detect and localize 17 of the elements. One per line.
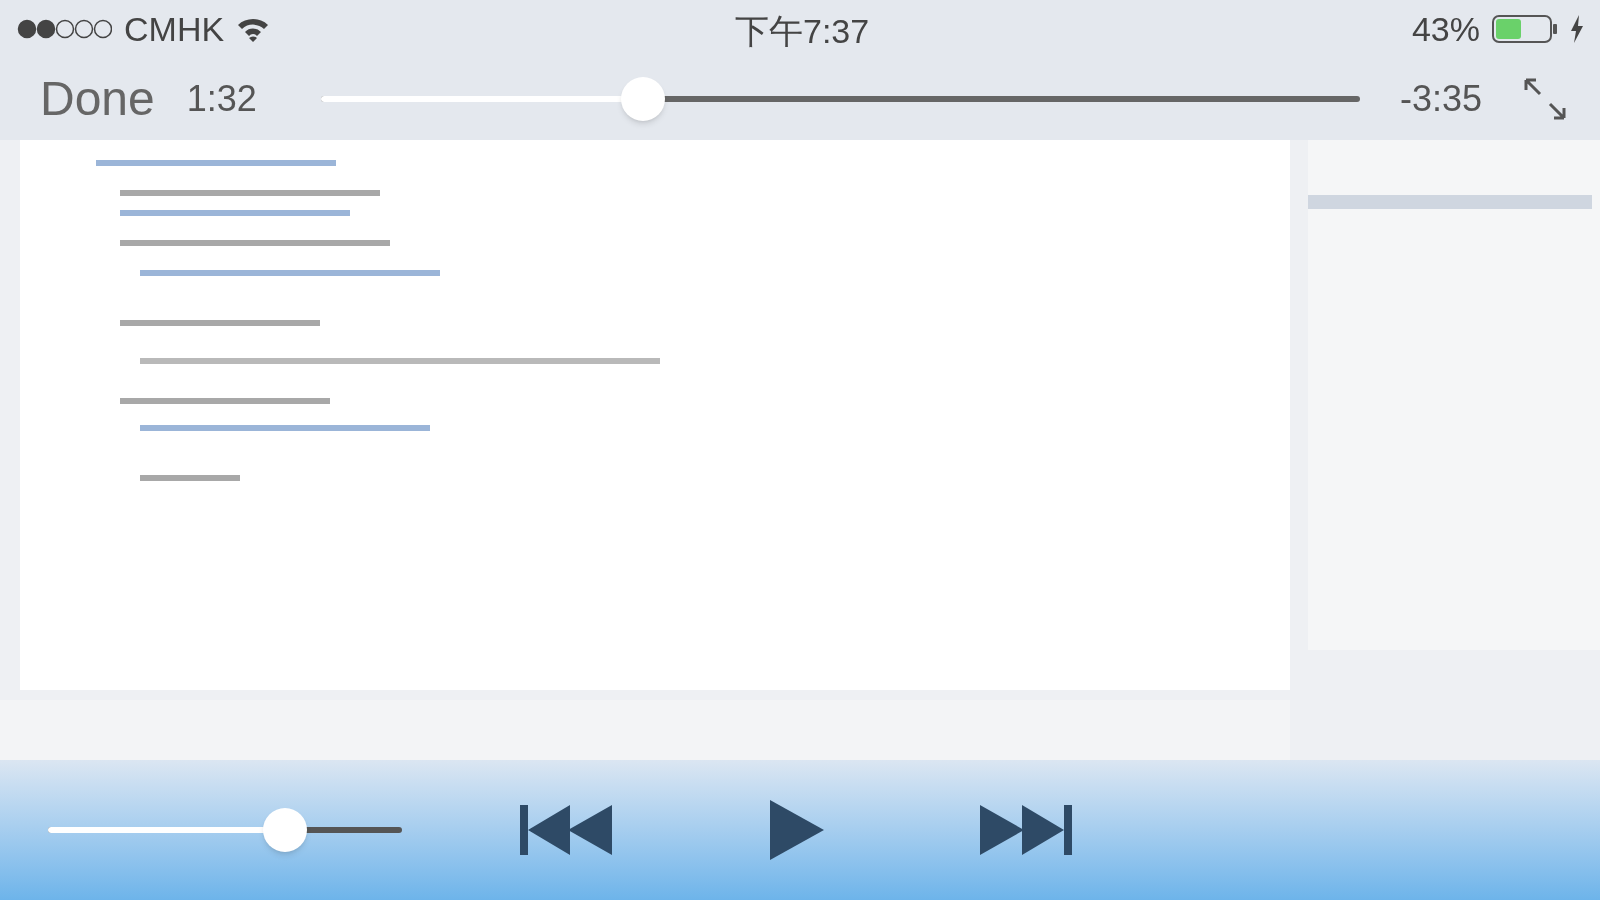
play-button[interactable] [770, 800, 824, 860]
progress-track[interactable] [320, 96, 1360, 102]
next-button[interactable] [980, 805, 1074, 855]
expand-button[interactable] [1522, 76, 1568, 122]
battery-percent: 43% [1411, 8, 1480, 50]
volume-thumb[interactable] [263, 808, 308, 852]
elapsed-time: 1:32 [186, 77, 257, 121]
signal-icon [16, 18, 112, 40]
battery-icon [1492, 15, 1558, 43]
clock: 下午7:37 [735, 11, 870, 52]
carrier-name: CMHK [124, 8, 225, 50]
progress-thumb[interactable] [620, 77, 665, 121]
remaining-time: -3:35 [1399, 77, 1482, 121]
charging-icon [1570, 15, 1584, 43]
done-button[interactable]: Done [40, 63, 155, 135]
wifi-icon [236, 16, 271, 42]
previous-button[interactable] [520, 805, 614, 855]
